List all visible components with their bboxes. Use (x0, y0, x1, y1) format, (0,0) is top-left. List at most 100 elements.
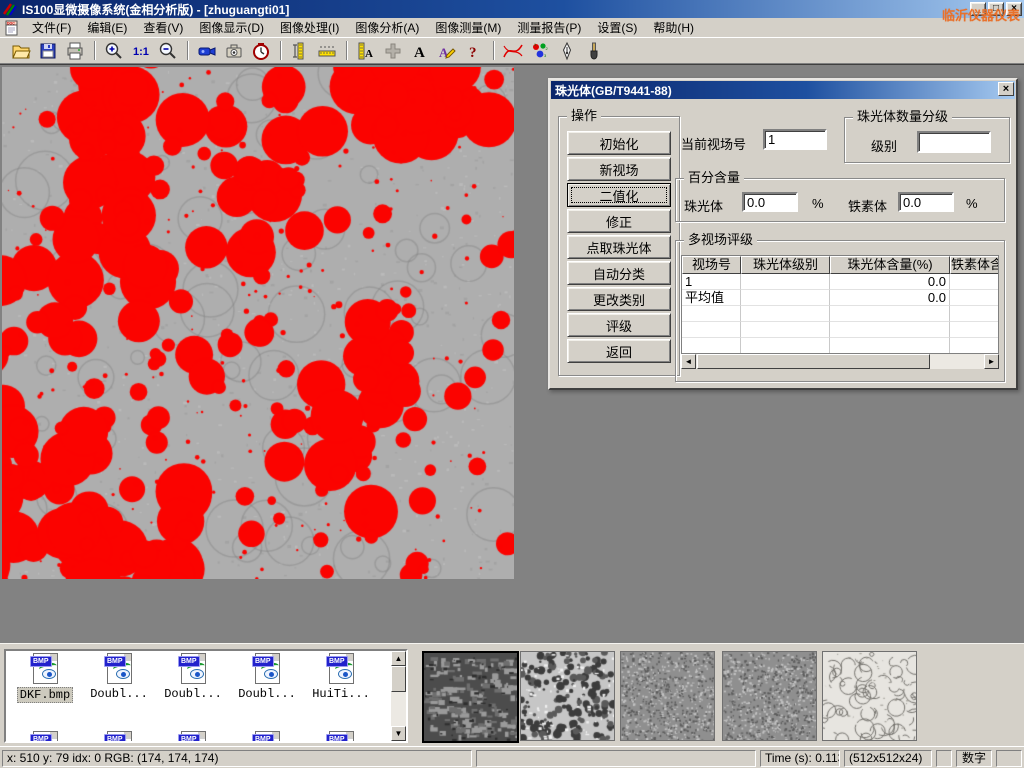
menu-item-report[interactable]: 测量报告(P) (509, 16, 589, 39)
bmp-file-icon: BMP (104, 653, 134, 685)
file-item[interactable]: BMP Doubl... (156, 653, 230, 703)
open-file-icon[interactable] (8, 39, 34, 62)
pick-pearlite-button[interactable]: 点取珠光体 (567, 235, 671, 259)
new-field-button[interactable]: 新视场 (567, 157, 671, 181)
grid-cross-icon[interactable] (380, 39, 406, 62)
file-item[interactable]: BMPHuiTi... (304, 653, 378, 703)
grade-level-label: 级别 (871, 136, 897, 155)
help-icon[interactable]: ? (461, 39, 487, 62)
actual-size-icon[interactable]: 1:1 (128, 39, 154, 62)
pick-pen-icon[interactable] (554, 39, 580, 62)
dialog-close-button[interactable]: × (998, 82, 1014, 96)
ferrite-percent-input[interactable] (898, 192, 954, 212)
file-item[interactable]: BMP (8, 731, 82, 743)
file-item[interactable]: BMP (156, 731, 230, 743)
empty-panel-1 (476, 750, 756, 767)
zoom-in-icon[interactable] (101, 39, 127, 62)
document-system-menu-icon[interactable]: DOC (4, 20, 20, 36)
table-row[interactable]: 10.0 (682, 274, 998, 290)
table-empty-row (682, 306, 998, 322)
h-scroll-thumb[interactable] (697, 354, 930, 369)
mode-panel: 数字 (956, 750, 992, 767)
thumbnail-2[interactable] (520, 651, 615, 741)
maximize-button[interactable]: □ (988, 2, 1004, 16)
save-icon[interactable] (35, 39, 61, 62)
file-item[interactable]: BMP (230, 731, 304, 743)
annotate-icon[interactable]: A (434, 39, 460, 62)
bmp-file-icon: BMP (326, 731, 356, 743)
minimize-button[interactable]: _ (970, 2, 986, 16)
video-camera-icon[interactable] (194, 39, 220, 62)
close-button[interactable]: × (1006, 2, 1022, 16)
file-item[interactable]: BMPDoubl... (230, 653, 304, 703)
bmp-badge: BMP (326, 656, 348, 667)
menu-item-view[interactable]: 查看(V) (135, 16, 191, 39)
curve-tool-icon[interactable] (500, 39, 526, 62)
eye-pupil (269, 672, 274, 677)
scroll-down-button[interactable]: ▼ (391, 726, 406, 741)
measure-text-icon[interactable]: A (353, 39, 379, 62)
init-button[interactable]: 初始化 (567, 131, 671, 155)
eye-glyph (116, 669, 130, 679)
table-cell (950, 338, 999, 354)
text-icon[interactable]: A (407, 39, 433, 62)
menu-item-image-processing[interactable]: 图像处理(I) (272, 16, 347, 39)
current-field-input[interactable] (763, 129, 827, 150)
menu-item-edit[interactable]: 编辑(E) (79, 16, 135, 39)
menu-item-help[interactable]: 帮助(H) (645, 16, 702, 39)
menu-item-settings[interactable]: 设置(S) (589, 16, 645, 39)
table-header-cell[interactable]: 珠光体含量(%) (830, 256, 950, 274)
file-v-scrollbar[interactable]: ▲ ▼ (391, 651, 406, 741)
svg-text:A: A (365, 48, 373, 60)
capture-icon[interactable] (221, 39, 247, 62)
change-class-button[interactable]: 更改类别 (567, 287, 671, 311)
binarize-button[interactable]: 二值化 (567, 183, 671, 207)
scroll-up-button[interactable]: ▲ (391, 651, 406, 666)
table-cell (741, 322, 830, 338)
file-item[interactable]: BMP (82, 731, 156, 743)
empty-panel-2 (936, 750, 952, 767)
auto-classify-button[interactable]: 自动分类 (567, 261, 671, 285)
table-row[interactable]: 平均值0.0 (682, 290, 998, 306)
scroll-left-button[interactable]: ◄ (681, 354, 696, 369)
scroll-right-button[interactable]: ► (984, 354, 999, 369)
menu-item-image-measure[interactable]: 图像测量(M) (427, 16, 509, 39)
thumbnail-1[interactable] (422, 651, 519, 743)
table-h-scrollbar[interactable]: ◄ ► (681, 354, 999, 369)
classify-dots-icon[interactable]: 123 (527, 39, 553, 62)
caliper-icon[interactable] (287, 39, 313, 62)
correct-button[interactable]: 修正 (567, 209, 671, 233)
brush-icon[interactable] (581, 39, 607, 62)
menu-item-image-analysis[interactable]: 图像分析(A) (347, 16, 427, 39)
eye-pupil (121, 672, 126, 677)
grade-level-input[interactable] (917, 131, 991, 153)
thumbnail-3[interactable] (620, 651, 715, 741)
table-cell (950, 322, 999, 338)
v-scroll-thumb[interactable] (391, 666, 406, 692)
table-header-cell[interactable]: 珠光体级别 (741, 256, 830, 274)
return-button[interactable]: 返回 (567, 339, 671, 363)
file-label: Doubl... (162, 687, 224, 701)
thumbnail-5[interactable] (822, 651, 917, 741)
ruler-icon[interactable] (314, 39, 340, 62)
table-header-cell[interactable]: 铁素体含量(%) (950, 256, 999, 274)
menu-item-image-display[interactable]: 图像显示(D) (191, 16, 272, 39)
file-item[interactable]: BMPDoubl... (82, 653, 156, 703)
table-header-cell[interactable]: 视场号 (682, 256, 741, 274)
zoom-out-icon[interactable] (155, 39, 181, 62)
bmp-badge: BMP (252, 734, 274, 743)
grading-table: 视场号珠光体级别珠光体含量(%)铁素体含量(%)10.0平均值0.0 (681, 255, 999, 354)
print-icon[interactable] (62, 39, 88, 62)
table-cell (830, 338, 950, 354)
timer-icon[interactable] (248, 39, 274, 62)
thumbnail-4[interactable] (722, 651, 817, 741)
file-item[interactable]: BMPDKF.bmp (8, 653, 82, 703)
micrograph-canvas[interactable] (2, 67, 514, 579)
eye-glyph (338, 669, 352, 679)
file-item[interactable]: BMP (304, 731, 378, 743)
grade-button[interactable]: 评级 (567, 313, 671, 337)
menu-item-file[interactable]: 文件(F) (24, 16, 79, 39)
dialog-title-bar[interactable]: 珠光体(GB/T9441-88) (551, 81, 1015, 99)
pearlite-percent-input[interactable] (742, 192, 798, 212)
bmp-file-icon: BMP (178, 653, 208, 685)
